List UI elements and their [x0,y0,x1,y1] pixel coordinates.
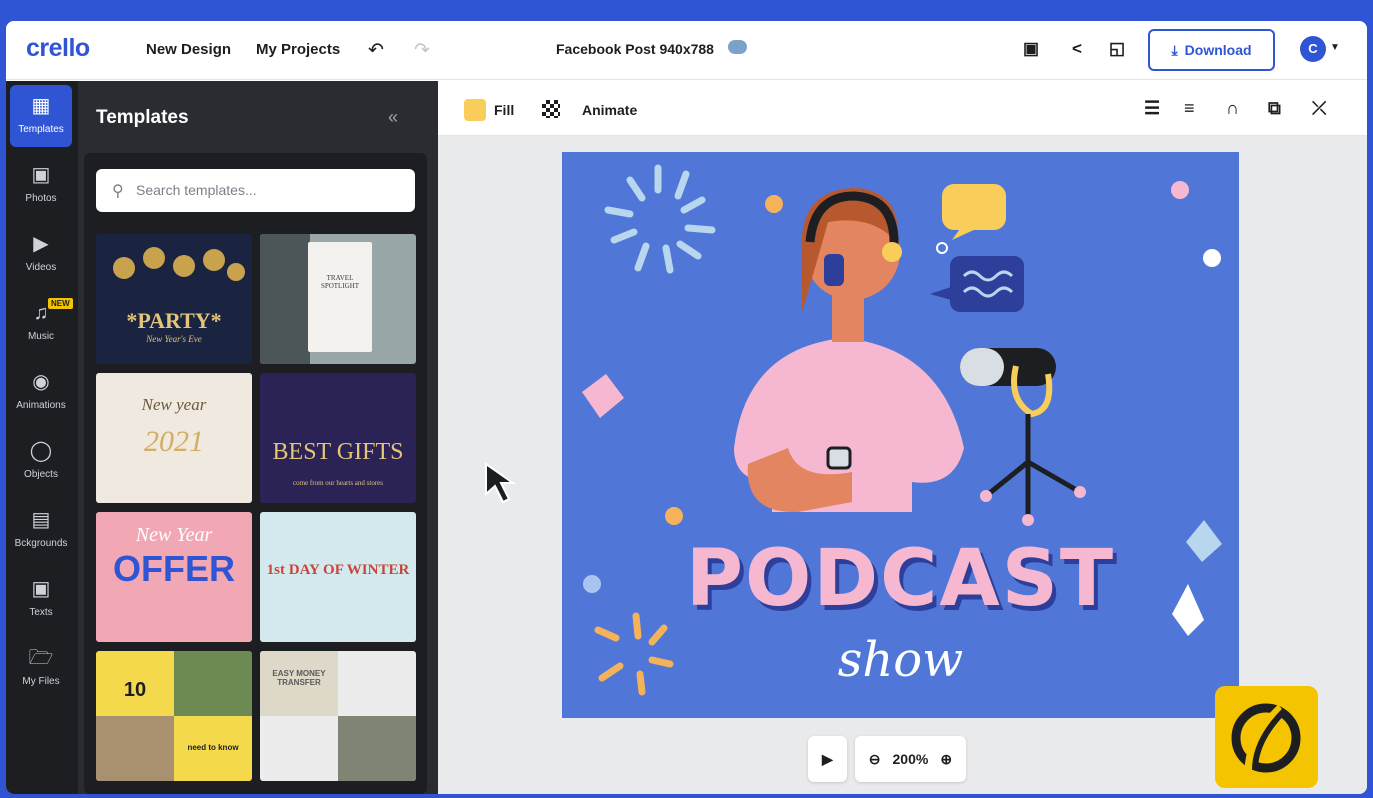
collapse-panel-icon[interactable]: « [388,107,398,128]
document-title[interactable]: Facebook Post 940x788 [556,41,714,57]
search-icon: ⚲ [112,183,124,200]
animate-button[interactable]: Animate [582,102,637,118]
app-window: crello New Design My Projects ↶ ↷ Facebo… [6,21,1367,794]
sidebar-item-photos[interactable]: ▣ Photos [10,154,72,216]
zoom-in-icon[interactable]: ⊕ [940,751,952,768]
trash-icon[interactable]: ⤫ [1312,98,1326,119]
ornaments-graphic [113,247,245,281]
search-input[interactable] [136,179,396,201]
download-button[interactable]: ⤓ Download [1148,29,1275,71]
thumbnail-title: EASY MONEY TRANSFER [272,669,326,687]
photo-icon: ▣ [31,164,51,186]
templates-icon: ▦ [31,95,51,117]
sidebar-item-label: Videos [25,262,57,273]
fill-button[interactable]: Fill [494,102,514,118]
thumbnail-subtitle: need to know [187,743,239,752]
sidebar-item-label: Templates [18,124,64,135]
animation-icon: ◉ [32,371,50,393]
duplicate-icon[interactable]: ⧉ [1268,98,1281,119]
template-thumbnail[interactable]: 10 need to know [96,651,252,781]
canvas-title[interactable]: PODCAST [562,534,1239,624]
share-icon[interactable]: < [1066,38,1088,60]
redo-icon[interactable]: ↷ [414,39,430,62]
sidebar-item-label: Photos [25,193,57,204]
thumbnail-subtitle: 2021 [144,425,204,458]
fill-color-swatch[interactable] [464,99,486,121]
objects-icon: ◯ [29,440,53,462]
download-label: Download [1184,42,1252,58]
workspace: PODCAST show ▶ ⊖ 200% ⊕ [438,136,1367,794]
video-icon: ▶ [33,233,49,255]
playback-bar: ▶ ⊖ 200% ⊕ [808,736,967,782]
play-icon: ▶ [822,750,833,767]
mouse-cursor-icon [485,462,517,504]
lock-icon[interactable]: ∩ [1226,98,1239,119]
sidebar-item-templates[interactable]: ▦ Templates [10,85,72,147]
zoom-out-icon[interactable]: ⊖ [869,751,881,768]
thumbnail-title: New Year [135,524,213,546]
undo-icon[interactable]: ↶ [368,39,384,62]
sidebar-item-label: Texts [29,607,53,618]
watermark-logo-icon [1215,686,1318,788]
sidebar-item-label: Animations [16,400,66,411]
search-box[interactable]: ⚲ [96,169,415,212]
crello-logo[interactable]: crello [26,34,90,63]
sidebar-item-label: Music [27,331,55,342]
zoom-level[interactable]: 200% [893,751,929,767]
template-thumbnail[interactable]: EASY MONEY TRANSFER [260,651,416,781]
thumbnail-title: *PARTY* [126,308,222,333]
templates-panel: Templates « ⚲ *PARTY* New Year's Eve T [78,81,438,794]
template-thumbnail[interactable]: New Year OFFER [96,512,252,642]
templates-list: ⚲ *PARTY* New Year's Eve TRAVEL SPOTLIGH… [84,153,427,794]
zoom-controls: ⊖ 200% ⊕ [854,736,967,782]
thumbnail-subtitle: New Year's Eve [146,334,202,344]
thumbnail-title: 1st DAY OF WINTER [266,562,410,578]
sidebar-item-texts[interactable]: ▣ Texts [10,568,72,630]
top-bar: crello New Design My Projects ↶ ↷ Facebo… [6,21,1367,80]
sidebar-item-backgrounds[interactable]: ▤ Bckgrounds [10,499,72,561]
design-canvas[interactable]: PODCAST show [562,152,1239,718]
thumbnail-title: TRAVEL SPOTLIGHT [320,274,360,290]
my-projects-link[interactable]: My Projects [256,41,340,58]
template-thumbnail[interactable]: *PARTY* New Year's Eve [96,234,252,364]
align-icon[interactable]: ≡ [1184,98,1195,119]
panel-title: Templates [96,107,189,128]
thumbnail-subtitle: come from our hearts and stores [293,479,383,487]
template-thumbnail[interactable]: TRAVEL SPOTLIGHT [260,234,416,364]
thumbnail-title: BEST GIFTS [272,439,404,465]
template-thumbnail[interactable]: BEST GIFTS come from our hearts and stor… [260,373,416,503]
new-badge: NEW [48,298,73,309]
sidebar-item-label: Objects [24,469,58,480]
cloud-sync-icon [728,40,747,54]
chevron-down-icon[interactable]: ▼ [1330,42,1340,53]
sidebar: ▦ Templates ▣ Photos ▶ Videos NEW ♫ Musi… [6,81,78,794]
thumbnail-title: New year [141,395,207,414]
folder-icon: 🗁 [28,647,54,669]
template-thumbnail[interactable]: 1st DAY OF WINTER [260,512,416,642]
layers-icon[interactable]: ☰ [1144,98,1160,119]
new-design-link[interactable]: New Design [146,41,231,58]
sidebar-item-my-files[interactable]: 🗁 My Files [10,637,72,699]
sidebar-item-objects[interactable]: ◯ Objects [10,430,72,492]
backgrounds-icon: ▤ [31,509,51,531]
avatar[interactable]: C [1300,36,1326,62]
thumbnail-title: 10 [123,679,147,701]
sidebar-item-music[interactable]: NEW ♫ Music [10,292,73,354]
transparency-icon[interactable] [542,100,560,118]
sidebar-item-label: My Files [22,676,60,687]
download-icon: ⤓ [1171,41,1178,58]
canvas-subtitle[interactable]: show [562,632,1239,688]
sidebar-item-label: Bckgrounds [14,538,68,549]
thumbnail-subtitle: OFFER [113,548,235,589]
present-icon[interactable]: ▣ [1020,38,1042,60]
sidebar-item-videos[interactable]: ▶ Videos [10,223,72,285]
text-icon: ▣ [31,578,51,600]
resize-icon[interactable]: ◱ [1106,38,1128,60]
template-thumbnail[interactable]: New year 2021 [96,373,252,503]
play-button[interactable]: ▶ [808,736,847,782]
sidebar-item-animations[interactable]: ◉ Animations [10,361,72,423]
edit-toolbar: Fill Animate ☰ ≡ ∩ ⧉ ⤫ [438,81,1367,136]
